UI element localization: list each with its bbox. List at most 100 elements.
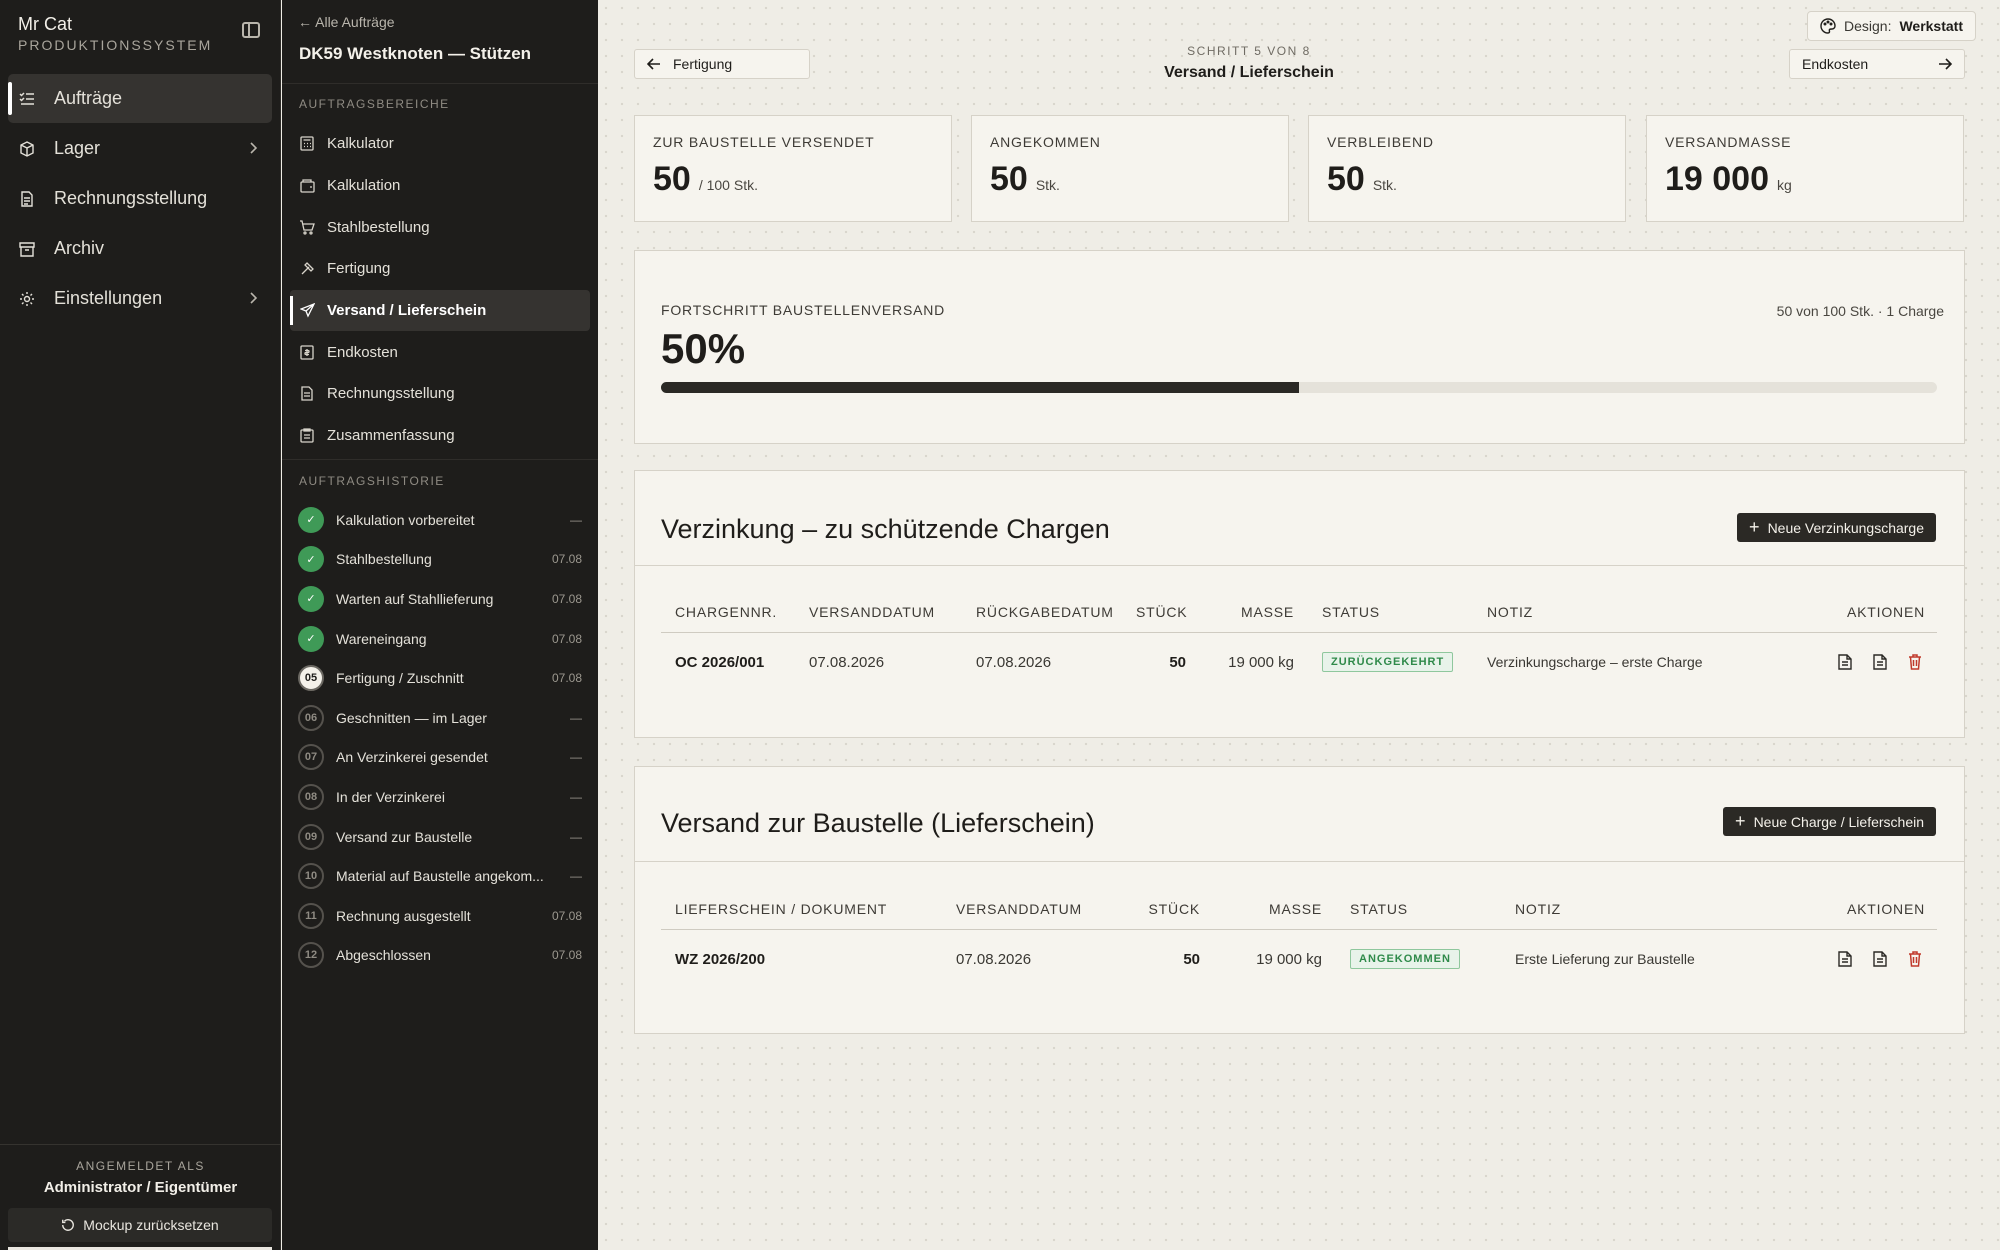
step-badge: 09 [298, 823, 324, 850]
document-icon[interactable] [1869, 949, 1890, 970]
area-label: Zusammenfassung [327, 427, 455, 445]
trash-icon[interactable] [1904, 949, 1925, 970]
step-badge: 10 [298, 863, 324, 890]
mass: 19 000 kg [1256, 950, 1322, 968]
arrow-left-icon: ← [298, 14, 312, 30]
archive-icon [18, 240, 36, 258]
logged-in-user: Administrator / Eigentümer [43, 1179, 238, 1196]
kpi-card-remaining: VERBLEIBEND 50 Stk. [1308, 115, 1626, 222]
mass: 19 000 kg [1228, 653, 1294, 671]
area-item-stahlbestellung[interactable]: Stahlbestellung [290, 206, 590, 248]
sidebar-toggle-icon[interactable] [242, 22, 260, 38]
history-item: ✓ Kalkulation vorbereitet — [298, 500, 582, 540]
history-label: Fertigung / Zuschnitt [336, 670, 464, 687]
brand: Mr Cat PRODUKTIONSSYSTEM [18, 14, 212, 53]
wallet-icon [299, 178, 315, 194]
divider [282, 459, 598, 460]
delivery-table: LIEFERSCHEIN / DOKUMENT VERSANDDATUM STÜ… [661, 888, 1937, 988]
area-item-fertigung[interactable]: Fertigung [290, 248, 590, 290]
area-item-rechnungsstellung[interactable]: Rechnungsstellung [290, 373, 590, 415]
order-areas-list: Kalkulator Kalkulation Stahlbestellung F… [290, 123, 590, 457]
progress-bar-fill [661, 382, 1299, 393]
history-label: Geschnitten — im Lager [336, 709, 487, 726]
delivery-card: Versand zur Baustelle (Lieferschein) + N… [634, 766, 1965, 1034]
reset-icon [61, 1218, 75, 1232]
reset-mockup-button[interactable]: Mockup zurücksetzen [8, 1208, 272, 1250]
area-item-kalkulation[interactable]: Kalkulation [290, 165, 590, 207]
new-delivery-note-button[interactable]: + Neue Charge / Lieferschein [1723, 807, 1936, 836]
new-galvanizing-batch-button[interactable]: + Neue Verzinkungscharge [1737, 513, 1936, 542]
document-icon[interactable] [1869, 652, 1890, 673]
area-item-versand[interactable]: Versand / Lieferschein [290, 289, 590, 332]
kpi-value: 50 [653, 160, 691, 198]
history-label: An Verzinkerei gesendet [336, 749, 488, 766]
kpi-value: 19 000 [1665, 160, 1769, 198]
history-date: — [570, 750, 582, 765]
nav-item-rechnungsstellung[interactable]: Rechnungsstellung [8, 174, 272, 223]
step-count: SCHRITT 5 VON 8 [1187, 44, 1311, 58]
history-item: ✓ Stahlbestellung 07.08 [298, 540, 582, 580]
note: Erste Lieferung zur Baustelle [1515, 951, 1695, 967]
galvanizing-title: Verzinkung – zu schützende Chargen [661, 514, 1110, 544]
step-badge: 08 [298, 783, 324, 810]
history-label: Wareneingang [336, 630, 427, 647]
history-item: 06 Geschnitten — im Lager — [298, 698, 582, 738]
history-label: Stahlbestellung [336, 551, 432, 568]
col-header: STATUS [1350, 900, 1408, 917]
trash-icon[interactable] [1904, 652, 1925, 673]
document-icon [18, 190, 36, 208]
nav-label: Einstellungen [54, 288, 163, 308]
progress-summary: 50 von 100 Stk. · 1 Charge [1776, 303, 1944, 319]
history-date: 07.08 [551, 631, 582, 646]
col-header: STÜCK [1148, 900, 1200, 917]
nav-item-lager[interactable]: Lager [8, 124, 272, 173]
col-header: MASSE [1240, 603, 1294, 620]
history-date: — [570, 869, 582, 884]
history-heading: AUFTRAGSHISTORIE [299, 474, 445, 488]
kpi-value: 50 [990, 160, 1028, 198]
area-item-endkosten[interactable]: Endkosten [290, 331, 590, 373]
col-header: RÜCKGABEDATUM [976, 603, 1114, 620]
shipping-progress-card: FORTSCHRITT BAUSTELLENVERSAND 50% 50 von… [634, 250, 1965, 444]
history-date: — [570, 829, 582, 844]
col-header: AKTIONEN [1847, 900, 1925, 917]
history-date: 07.08 [551, 552, 582, 567]
area-label: Versand / Lieferschein [327, 302, 487, 320]
main-content: Design: Werkstatt Fertigung SCHRITT 5 VO… [598, 0, 2000, 1250]
list-check-icon [18, 90, 36, 108]
design-value: Werkstatt [1899, 18, 1963, 34]
history-date: — [570, 789, 582, 804]
ship-date: 07.08.2026 [809, 653, 885, 671]
nav-item-archiv[interactable]: Archiv [8, 224, 272, 273]
document-icon[interactable] [1834, 652, 1855, 673]
kpi-unit: kg [1777, 177, 1792, 193]
chevron-right-icon [248, 289, 258, 310]
nav-item-einstellungen[interactable]: Einstellungen [8, 274, 272, 323]
divider [282, 83, 598, 84]
app-name: Mr Cat [18, 14, 72, 34]
table-row: OC 2026/001 07.08.2026 07.08.2026 50 19 … [661, 633, 1937, 691]
col-header: AKTIONEN [1847, 603, 1925, 620]
history-label: Rechnung ausgestellt [336, 907, 471, 924]
area-label: Fertigung [327, 260, 391, 278]
design-switcher-button[interactable]: Design: Werkstatt [1806, 11, 1976, 41]
back-to-orders-link[interactable]: ← Alle Aufträge [298, 14, 395, 30]
history-item: ✓ Wareneingang 07.08 [298, 619, 582, 659]
palette-icon [1820, 18, 1836, 34]
nav-label: Aufträge [54, 88, 123, 108]
document-icon[interactable] [1834, 949, 1855, 970]
col-header: MASSE [1268, 900, 1322, 917]
check-icon: ✓ [298, 625, 324, 652]
area-item-zusammenfassung[interactable]: Zusammenfassung [290, 415, 590, 457]
nav-item-auftraege[interactable]: Aufträge [8, 74, 272, 123]
next-step-button[interactable]: Endkosten [1789, 49, 1965, 79]
history-item: 12 Abgeschlossen 07.08 [298, 936, 582, 976]
area-item-kalkulator[interactable]: Kalkulator [290, 123, 590, 165]
previous-step-button[interactable]: Fertigung [634, 49, 810, 79]
delivery-title: Versand zur Baustelle (Lieferschein) [661, 808, 1095, 838]
table-row: WZ 2026/200 07.08.2026 50 19 000 kg ANGE… [661, 930, 1937, 988]
kpi-unit: Stk. [1372, 177, 1397, 193]
area-label: Endkosten [327, 343, 398, 361]
history-date: — [570, 710, 582, 725]
return-date: 07.08.2026 [976, 653, 1052, 671]
